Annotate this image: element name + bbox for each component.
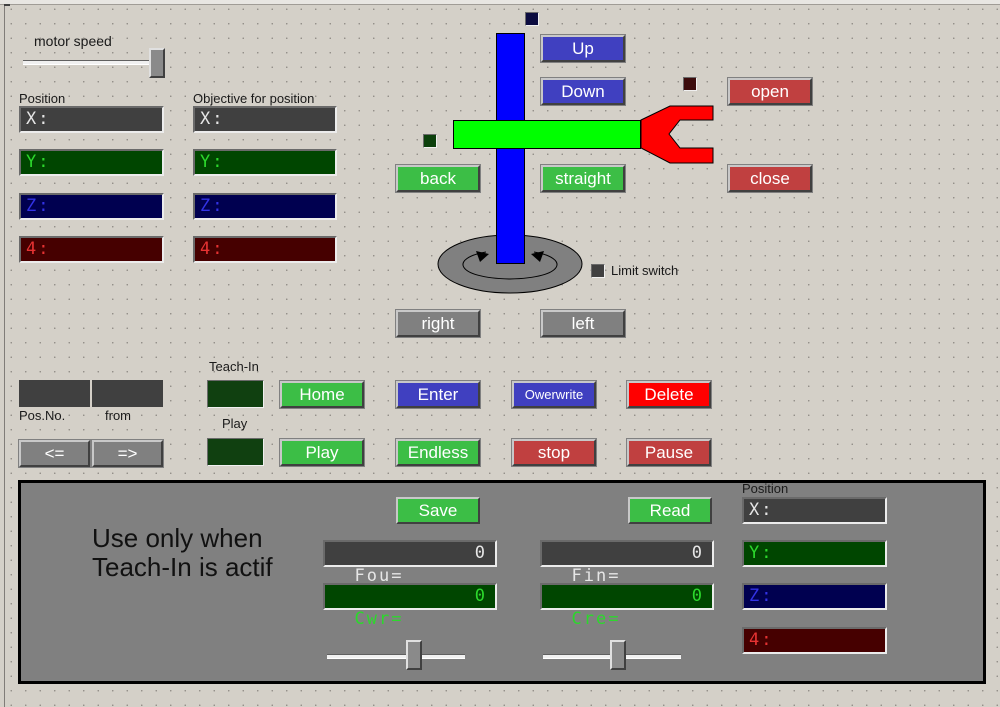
play-button[interactable]: Play <box>279 438 365 467</box>
panel-position-z-display: Z: <box>742 583 887 610</box>
play-label: Play <box>222 416 248 431</box>
teach-note-line2: Teach-In is actif <box>92 552 273 582</box>
cre-label: Cre= <box>571 609 621 629</box>
objective-rotation-display: 4: <box>193 236 337 263</box>
cre-display: Cre= 0 <box>540 583 714 629</box>
fou-display: Fou= 0 <box>323 540 497 586</box>
from-label: from <box>105 408 131 423</box>
pos-no-label: Pos.No. <box>19 408 66 423</box>
cwr-value: 0 <box>474 586 487 606</box>
teach-in-indicator <box>207 380 264 408</box>
fin-display: Fin= 0 <box>540 540 714 586</box>
straight-button[interactable]: straight <box>540 164 626 193</box>
panel-position-y-display: Y: <box>742 540 887 567</box>
panel-position-label: Position <box>742 481 789 496</box>
from-display <box>92 380 163 407</box>
motor-speed-label: motor speed <box>34 33 112 49</box>
delete-button[interactable]: Delete <box>626 380 712 409</box>
teach-note-line1: Use only when <box>92 523 263 553</box>
play-indicator <box>207 438 264 466</box>
position-x-display: X: <box>19 106 164 133</box>
motor-speed-slider-thumb[interactable] <box>149 48 165 78</box>
left-edge <box>4 4 5 707</box>
stop-button[interactable]: stop <box>511 438 597 467</box>
panel-position-rotation-display: 4: <box>742 627 887 654</box>
cre-value: 0 <box>691 586 704 606</box>
motor-speed-slider-track[interactable] <box>23 60 163 65</box>
cwr-label: Cwr= <box>354 609 404 629</box>
cwr-display: Cwr= 0 <box>323 583 497 629</box>
fin-value: 0 <box>691 543 704 563</box>
teach-slider-2-thumb[interactable] <box>610 640 627 670</box>
position-z-display: Z: <box>19 193 164 220</box>
z-axis-led <box>525 12 539 26</box>
pause-button[interactable]: Pause <box>626 438 712 467</box>
teach-in-label: Teach-In <box>209 359 259 374</box>
up-button[interactable]: Up <box>540 34 626 63</box>
limit-switch-label: Limit switch <box>611 263 679 278</box>
gripper-led <box>683 77 697 91</box>
objective-y-display: Y: <box>193 149 337 176</box>
right-button[interactable]: right <box>395 309 481 338</box>
next-position-button[interactable]: => <box>91 439 164 468</box>
position-y-display: Y: <box>19 149 164 176</box>
enter-button[interactable]: Enter <box>395 380 481 409</box>
arm <box>453 120 641 149</box>
close-button[interactable]: close <box>727 164 813 193</box>
left-button[interactable]: left <box>540 309 626 338</box>
teach-slider-1-track[interactable] <box>327 654 465 659</box>
read-button[interactable]: Read <box>627 496 713 525</box>
pos-no-display <box>19 380 90 407</box>
home-button[interactable]: Home <box>279 380 365 409</box>
limit-switch-led <box>591 264 605 278</box>
down-button[interactable]: Down <box>540 77 626 106</box>
position-label: Position <box>19 91 66 106</box>
endless-button[interactable]: Endless <box>395 438 481 467</box>
corner-mark <box>4 4 10 6</box>
fou-value: 0 <box>474 543 487 563</box>
arm-led <box>423 134 437 148</box>
objective-x-display: X: <box>193 106 337 133</box>
objective-z-display: Z: <box>193 193 337 220</box>
objective-label: Objective for position <box>193 91 315 106</box>
save-button[interactable]: Save <box>395 496 481 525</box>
open-button[interactable]: open <box>727 77 813 106</box>
back-button[interactable]: back <box>395 164 481 193</box>
overwrite-button[interactable]: Owerwrite <box>511 380 597 409</box>
panel-position-x-display: X: <box>742 497 887 524</box>
position-rotation-display: 4: <box>19 236 164 263</box>
gripper <box>640 105 714 164</box>
previous-position-button[interactable]: <= <box>18 439 91 468</box>
teach-slider-1-thumb[interactable] <box>406 640 423 670</box>
